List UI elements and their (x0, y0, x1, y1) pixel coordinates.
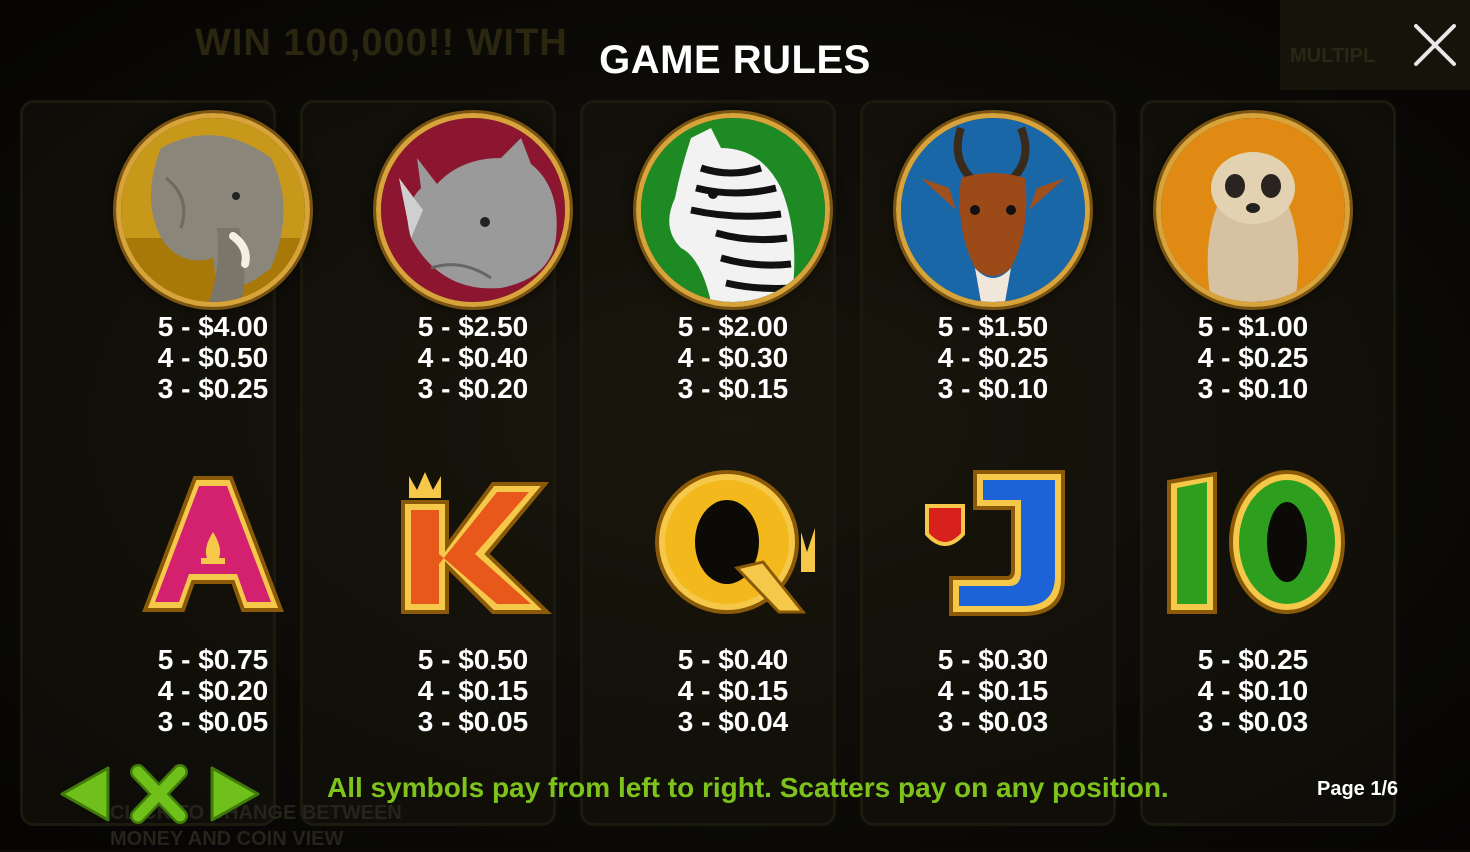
arrow-right-icon[interactable] (208, 764, 262, 824)
pay-line: 3 - $0.10 (1197, 373, 1309, 404)
pay-line: 4 - $0.20 (157, 675, 269, 706)
pay-line: 4 - $0.15 (417, 675, 529, 706)
letter-k-symbol-icon (343, 462, 603, 622)
pay-line: 4 - $0.15 (937, 675, 1049, 706)
pay-line: 5 - $0.50 (417, 644, 529, 675)
pay-line: 5 - $2.00 (677, 311, 789, 342)
zebra-symbol-icon (636, 113, 830, 307)
pay-line: 4 - $0.10 (1197, 675, 1309, 706)
page-indicator: Page 1/6 (1317, 778, 1399, 800)
page-title: GAME RULES (599, 38, 871, 82)
pay-line: 3 - $0.10 (937, 373, 1049, 404)
number-10-symbol-icon (1123, 462, 1383, 622)
pay-line: 5 - $1.50 (937, 311, 1049, 342)
pay-line: 5 - $1.00 (1197, 311, 1309, 342)
paytable-j: 5 - $0.30 4 - $0.15 3 - $0.03 (863, 644, 1123, 737)
pay-line: 3 - $0.05 (157, 706, 269, 737)
letter-q-symbol-icon (603, 462, 863, 622)
pay-line: 4 - $0.25 (937, 342, 1049, 373)
paytable-meerkat: 5 - $1.00 4 - $0.25 3 - $0.10 (1123, 311, 1383, 404)
rhino-symbol-icon (376, 113, 570, 307)
paytable-q: 5 - $0.40 4 - $0.15 3 - $0.04 (603, 644, 863, 737)
pay-line: 5 - $0.25 (1197, 644, 1309, 675)
paytable-zebra: 5 - $2.00 4 - $0.30 3 - $0.15 (603, 311, 863, 404)
paytable-rhino: 5 - $2.50 4 - $0.40 3 - $0.20 (343, 311, 603, 404)
pay-line: 5 - $0.75 (157, 644, 269, 675)
paytable-k: 5 - $0.50 4 - $0.15 3 - $0.05 (343, 644, 603, 737)
pay-line: 3 - $0.15 (677, 373, 789, 404)
rules-note: All symbols pay from left to right. Scat… (327, 772, 1169, 803)
pay-line: 4 - $0.30 (677, 342, 789, 373)
pay-line: 4 - $0.50 (157, 342, 269, 373)
letter-a-symbol-icon (83, 462, 343, 622)
pay-line: 4 - $0.40 (417, 342, 529, 373)
arrow-left-icon[interactable] (58, 764, 112, 824)
pay-line: 3 - $0.25 (157, 373, 269, 404)
paytable-elephant: 5 - $4.00 4 - $0.50 3 - $0.25 (83, 311, 343, 404)
pay-line: 3 - $0.04 (677, 706, 789, 737)
background-view-toggle-line: MONEY AND COIN VIEW (110, 828, 344, 850)
paytable-10: 5 - $0.25 4 - $0.10 3 - $0.03 (1123, 644, 1383, 737)
meerkat-symbol-icon (1156, 113, 1350, 307)
letter-j-symbol-icon (863, 462, 1123, 622)
paytable-a: 5 - $0.75 4 - $0.20 3 - $0.05 (83, 644, 343, 737)
pay-line: 3 - $0.20 (417, 373, 529, 404)
pay-line: 4 - $0.25 (1197, 342, 1309, 373)
pay-line: 5 - $2.50 (417, 311, 529, 342)
pay-line: 3 - $0.05 (417, 706, 529, 737)
antelope-symbol-icon (896, 113, 1090, 307)
pay-line: 5 - $0.30 (937, 644, 1049, 675)
close-icon[interactable] (1412, 22, 1458, 68)
pay-line: 3 - $0.03 (1197, 706, 1309, 737)
elephant-symbol-icon (116, 113, 310, 307)
close-x-icon[interactable] (128, 764, 190, 824)
pay-line: 4 - $0.15 (677, 675, 789, 706)
pay-line: 5 - $4.00 (157, 311, 269, 342)
pay-line: 5 - $0.40 (677, 644, 789, 675)
pay-line: 3 - $0.03 (937, 706, 1049, 737)
paytable-antelope: 5 - $1.50 4 - $0.25 3 - $0.10 (863, 311, 1123, 404)
